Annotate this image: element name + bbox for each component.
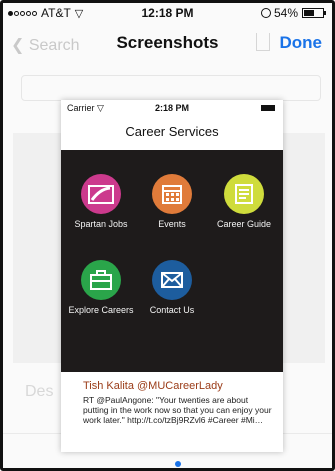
status-bar: AT&T ▽ 12:18 PM 54% [3, 3, 332, 23]
app-explore-careers[interactable]: Explore Careers [66, 260, 136, 315]
tweet-author: Tish Kalita @MUCareerLady [83, 380, 223, 392]
battery-percent: 54% [273, 6, 298, 20]
done-button[interactable]: Done [280, 33, 323, 53]
calendar-icon [152, 174, 192, 214]
spartan-jobs-icon [81, 174, 121, 214]
background-label: Des [25, 383, 54, 400]
screenshot-status-bar: Carrier ▽ 2:18 PM [61, 100, 283, 116]
briefcase-icon [81, 260, 121, 300]
screenshot-preview[interactable]: Carrier ▽ 2:18 PM Career Services Sparta… [61, 100, 283, 452]
app-label: Events [158, 219, 186, 229]
document-icon [224, 174, 264, 214]
app-contact-us[interactable]: Contact Us [137, 260, 207, 315]
navigation-bar: ❮ Search Screenshots Done [3, 23, 332, 67]
screenshot-title: Career Services [125, 124, 219, 139]
tweet[interactable]: Tish Kalita @MUCareerLady RT @PaulAngone… [83, 380, 273, 425]
envelope-icon [152, 260, 192, 300]
background-segmented-control [21, 75, 321, 101]
app-label: Spartan Jobs [74, 219, 128, 229]
app-career-guide[interactable]: Career Guide [209, 174, 279, 229]
battery-icon [302, 8, 326, 18]
screenshot-time: 2:18 PM [154, 103, 189, 113]
tweet-text: RT @PaulAngone: "Your twenties are about… [83, 395, 272, 425]
screenshot-battery-icon [261, 105, 275, 111]
app-events[interactable]: Events [137, 174, 207, 229]
share-icon[interactable] [256, 33, 270, 51]
orientation-lock-icon [260, 8, 271, 18]
app-spartan-jobs[interactable]: Spartan Jobs [66, 174, 136, 229]
page-indicator[interactable] [175, 461, 181, 467]
app-label: Contact Us [149, 305, 195, 315]
app-label: Career Guide [216, 219, 272, 229]
app-label: Explore Careers [68, 305, 134, 315]
app-grid: Spartan Jobs Events Career Guide Explore… [61, 150, 283, 372]
battery-status: 54% [260, 6, 326, 20]
phone-screen: AT&T ▽ 12:18 PM 54% ❮ Search Screenshots… [0, 0, 335, 471]
